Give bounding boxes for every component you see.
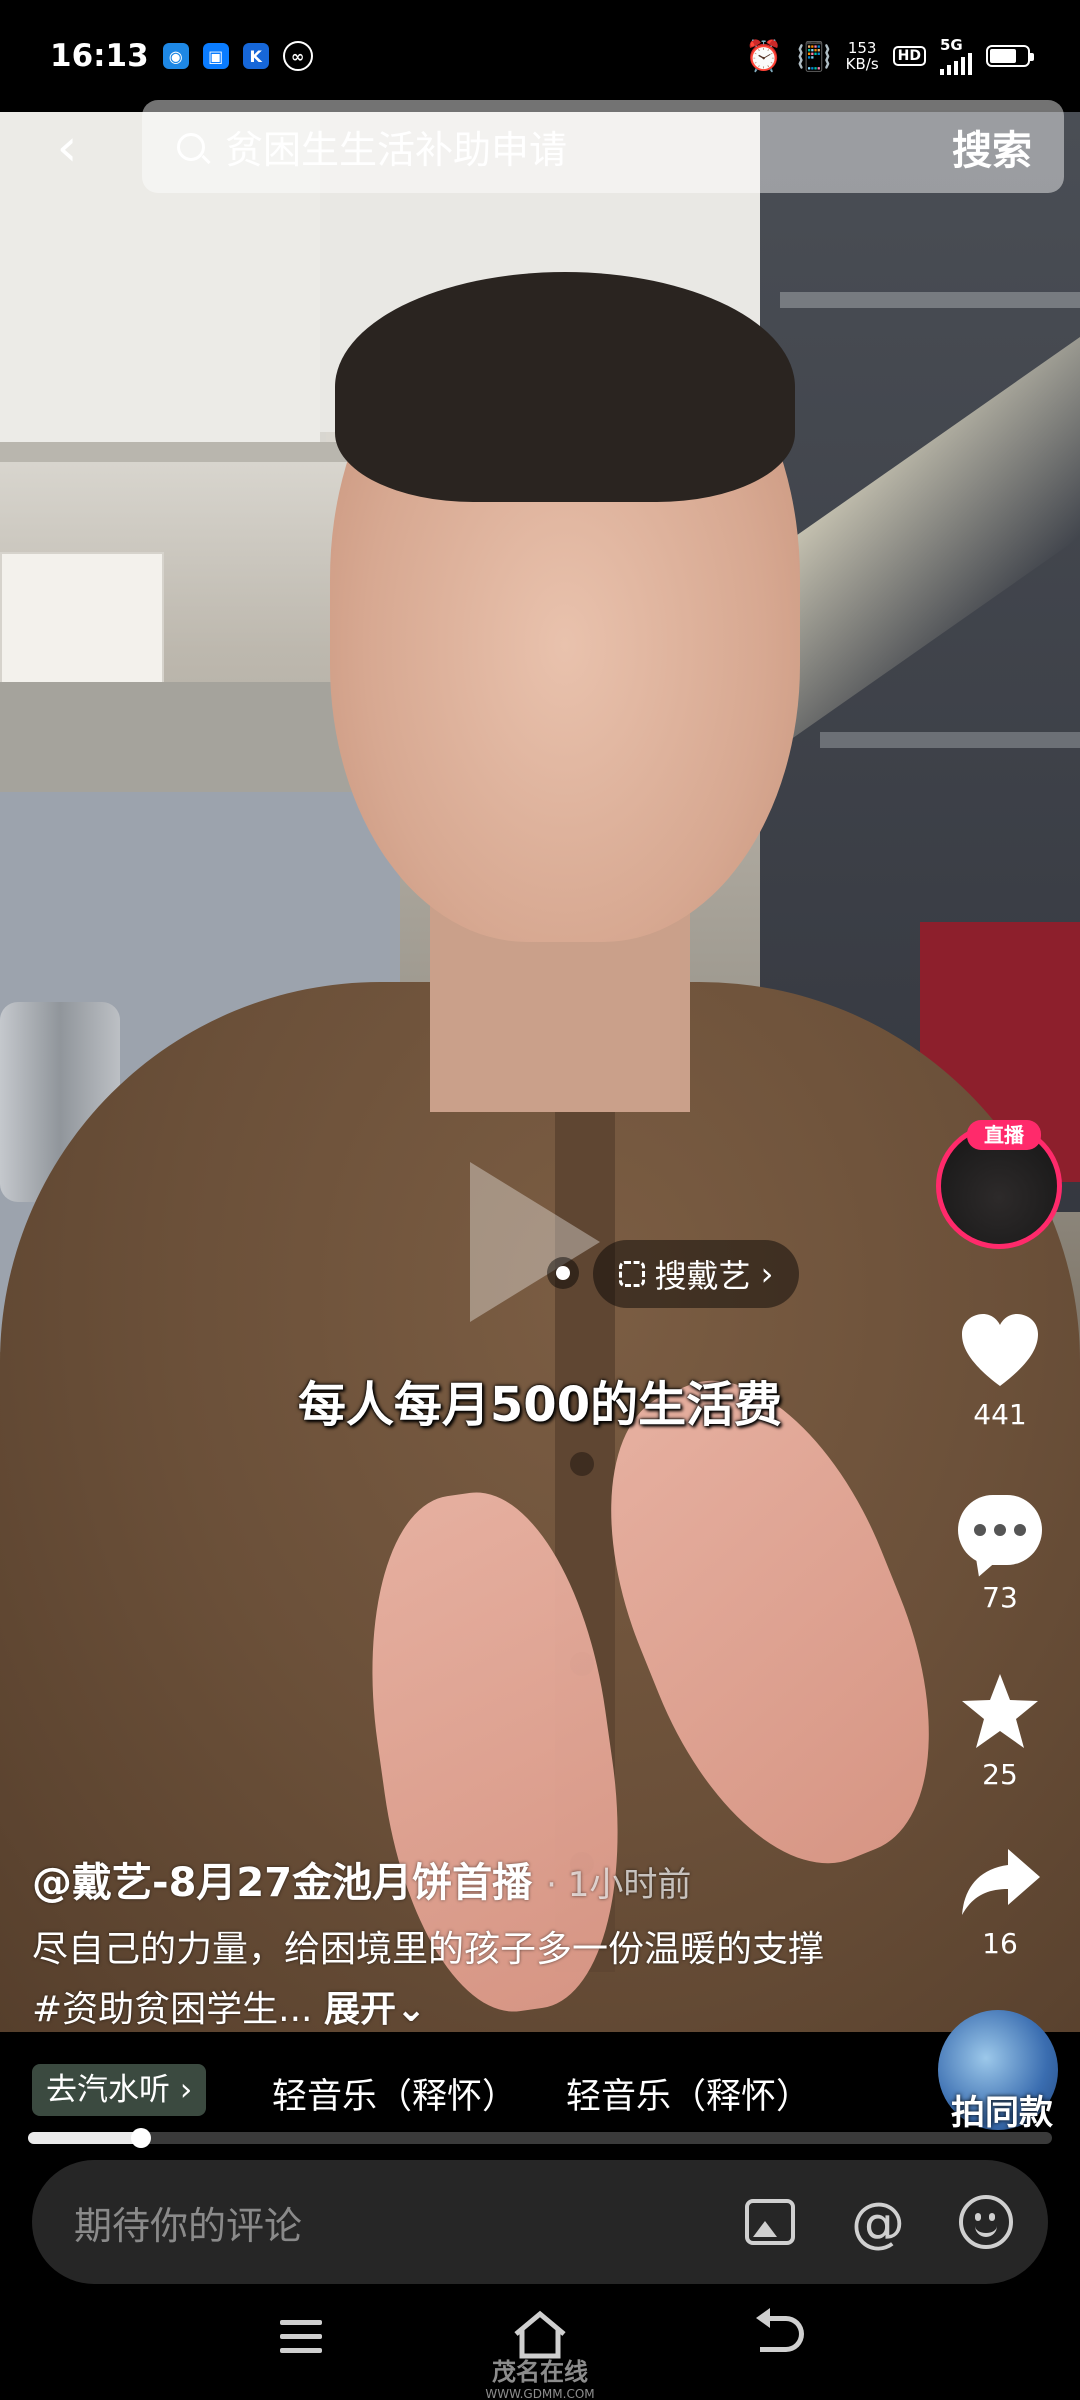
comment-bar[interactable]: 期待你的评论 @ bbox=[32, 2160, 1048, 2284]
status-time: 16:13 bbox=[50, 38, 149, 74]
chip-dot-icon[interactable] bbox=[547, 1257, 579, 1289]
search-button[interactable]: 搜索 bbox=[952, 118, 1064, 176]
play-icon[interactable] bbox=[470, 1162, 600, 1322]
search-person-chip[interactable]: 搜戴艺 › bbox=[593, 1240, 799, 1308]
post-description: 尽自己的力量，给困境里的孩子多一份温暖的支撑 #资助贫困学生... 展开⌄ bbox=[32, 1920, 862, 2040]
author-name[interactable]: @戴艺-8月27金池月饼首播 · 1小时前 bbox=[32, 1850, 691, 1908]
comment-button[interactable]: 73 bbox=[940, 1495, 1060, 1614]
hd-badge: HD bbox=[892, 46, 926, 66]
star-icon bbox=[962, 1674, 1038, 1748]
search-input[interactable]: 贫困生生活补助申请 bbox=[225, 119, 952, 174]
alarm-icon: ⏰ bbox=[745, 38, 783, 74]
chevron-right-icon: › bbox=[760, 1255, 774, 1293]
status-right: ⏰ 📳 153 KB/s HD 5G bbox=[745, 37, 1034, 75]
video-progress-bar[interactable] bbox=[28, 2128, 1052, 2148]
at-icon: @ bbox=[851, 2190, 905, 2254]
person-hair bbox=[335, 272, 795, 502]
expand-button[interactable]: 展开⌄ bbox=[324, 1989, 426, 2030]
emoji-icon bbox=[959, 2195, 1013, 2249]
image-icon bbox=[745, 2199, 795, 2245]
shirt-button bbox=[570, 1452, 594, 1476]
watermark-brand: 茂名在线 bbox=[492, 2358, 588, 2386]
scan-icon bbox=[618, 1261, 645, 1287]
listen-label: 去汽水听 bbox=[46, 2072, 170, 2108]
author-handle[interactable]: @戴艺-8月27金池月饼首播 bbox=[32, 1860, 532, 1906]
chevron-right-icon: › bbox=[179, 2072, 193, 2108]
background-shelf bbox=[0, 682, 380, 792]
net-speed-value: 153 bbox=[847, 39, 877, 57]
comment-icon bbox=[958, 1495, 1042, 1565]
signal-5g: 5G bbox=[940, 37, 972, 75]
background-box bbox=[0, 552, 164, 686]
search-person-label: 搜戴艺 bbox=[654, 1257, 751, 1295]
video-player[interactable] bbox=[0, 112, 1080, 2032]
heart-icon bbox=[962, 1314, 1038, 1386]
vibrate-icon: 📳 bbox=[796, 39, 832, 73]
wifi-calling-icon: ◉ bbox=[162, 43, 189, 69]
signal-icon bbox=[940, 53, 972, 75]
author-avatar-live[interactable]: 直播 bbox=[936, 1120, 1062, 1249]
favorite-button[interactable]: 25 bbox=[940, 1670, 1060, 1791]
status-left: 16:13 ◉ ▣ K ∞ bbox=[50, 38, 313, 74]
favorite-count: 25 bbox=[982, 1758, 1018, 1791]
video-subtitle: 每人每月500的生活费 bbox=[297, 1377, 783, 1433]
screen: 16:13 ◉ ▣ K ∞ ⏰ 📳 153 KB/s HD 5G ‹ 贫困生生活… bbox=[0, 0, 1080, 2400]
watermark-url: WWW.GDMM.COM bbox=[485, 2387, 595, 2400]
back-icon[interactable]: ‹ bbox=[42, 118, 92, 178]
emoji-button[interactable] bbox=[954, 2190, 1018, 2254]
comment-input[interactable]: 期待你的评论 bbox=[74, 2195, 694, 2250]
share-count: 16 bbox=[982, 1927, 1018, 1960]
chevron-down-icon: ⌄ bbox=[395, 1989, 427, 2030]
recent-apps-icon[interactable] bbox=[280, 2320, 322, 2362]
share-icon bbox=[962, 1849, 1040, 1915]
like-button[interactable]: 441 bbox=[940, 1310, 1060, 1431]
expand-label: 展开 bbox=[323, 1989, 396, 2030]
background-shelf bbox=[820, 732, 1080, 748]
comment-count: 73 bbox=[982, 1581, 1018, 1614]
share-button[interactable]: 16 bbox=[940, 1845, 1060, 1960]
watermark: 茂名在线 WWW.GDMM.COM bbox=[440, 2352, 640, 2400]
progress-fill bbox=[28, 2132, 141, 2144]
music-track[interactable]: 轻音乐（释怀） bbox=[272, 2068, 517, 2119]
battery-icon bbox=[986, 45, 1034, 67]
mention-button[interactable]: @ bbox=[846, 2190, 910, 2254]
image-button[interactable] bbox=[738, 2190, 802, 2254]
net-speed: 153 KB/s bbox=[846, 40, 879, 72]
link-icon: ∞ bbox=[282, 41, 313, 71]
k-app-icon: K bbox=[242, 43, 269, 69]
search-bar[interactable]: 贫困生生活补助申请 搜索 bbox=[142, 100, 1064, 193]
post-time: · 1小时前 bbox=[546, 1865, 692, 1905]
search-icon bbox=[177, 132, 205, 161]
live-badge: 直播 bbox=[967, 1120, 1041, 1150]
listen-in-qishui-button[interactable]: 去汽水听 › bbox=[32, 2064, 207, 2116]
progress-knob[interactable] bbox=[130, 2128, 151, 2148]
like-count: 441 bbox=[973, 1398, 1027, 1431]
back-nav-icon[interactable] bbox=[756, 2308, 804, 2352]
music-track[interactable]: 轻音乐（释怀） bbox=[566, 2068, 811, 2119]
security-icon: ▣ bbox=[202, 43, 229, 69]
network-type: 5G bbox=[940, 36, 963, 54]
background-shelf bbox=[780, 292, 1080, 308]
status-bar: 16:13 ◉ ▣ K ∞ ⏰ 📳 153 KB/s HD 5G bbox=[0, 0, 1080, 112]
description-text: 尽自己的力量，给困境里的孩子多一份温暖的支撑 #资助贫困学生... bbox=[32, 1929, 825, 2030]
same-style-button[interactable]: 拍同款 bbox=[942, 2085, 1062, 2134]
net-speed-unit: KB/s bbox=[845, 55, 879, 73]
